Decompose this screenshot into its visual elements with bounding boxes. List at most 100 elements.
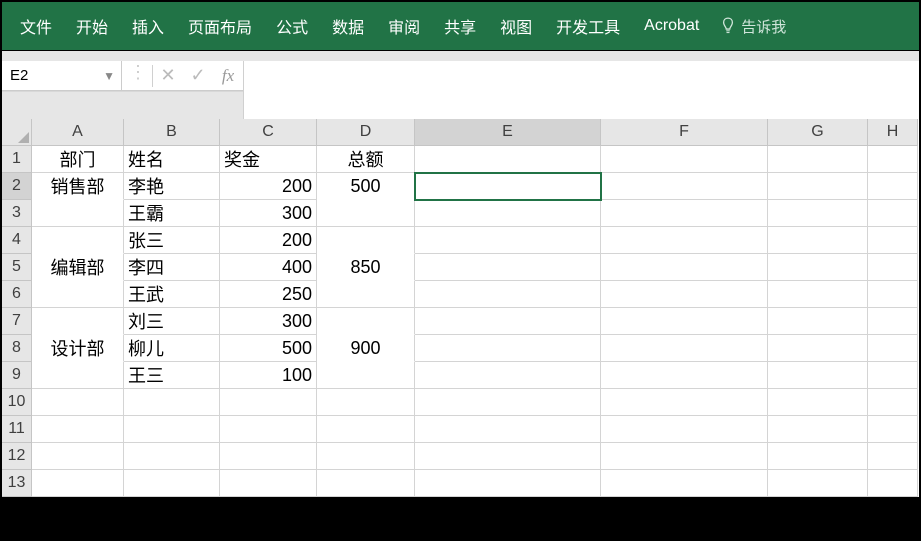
cell-A10[interactable] [32,389,124,416]
cell-G10[interactable] [768,389,868,416]
col-header-D[interactable]: D [317,119,415,146]
cell-C9[interactable]: 100 [220,362,317,389]
tab-review[interactable]: 审阅 [376,2,432,50]
col-header-F[interactable]: F [601,119,768,146]
row-header-10[interactable]: 10 [2,389,32,416]
cell-F10[interactable] [601,389,768,416]
cell-E6[interactable] [415,281,601,308]
cell-F11[interactable] [601,416,768,443]
cell-A8[interactable]: 设计部 [32,335,124,362]
cell-F6[interactable] [601,281,768,308]
cell-E1[interactable] [415,146,601,173]
cell-D2[interactable]: 500 [317,173,415,200]
row-header-12[interactable]: 12 [2,443,32,470]
cell-A6[interactable] [32,281,124,308]
cell-B1[interactable]: 姓名 [124,146,220,173]
cell-E4[interactable] [415,227,601,254]
cell-B10[interactable] [124,389,220,416]
formula-cancel-button[interactable]: ✕ [153,61,183,91]
cell-C11[interactable] [220,416,317,443]
col-header-B[interactable]: B [124,119,220,146]
cell-E11[interactable] [415,416,601,443]
tab-page-layout[interactable]: 页面布局 [176,2,264,50]
cell-H1[interactable] [868,146,918,173]
cell-B8[interactable]: 柳儿 [124,335,220,362]
cell-G11[interactable] [768,416,868,443]
row-header-4[interactable]: 4 [2,227,32,254]
tell-me-search[interactable]: 告诉我 [711,16,796,37]
col-header-A[interactable]: A [32,119,124,146]
cell-A11[interactable] [32,416,124,443]
cell-F13[interactable] [601,470,768,497]
row-header-5[interactable]: 5 [2,254,32,281]
cell-E9[interactable] [415,362,601,389]
cell-B2[interactable]: 李艳 [124,173,220,200]
select-all-corner[interactable] [2,119,32,146]
cell-A2[interactable]: 销售部 [32,173,124,200]
cell-B9[interactable]: 王三 [124,362,220,389]
cell-H6[interactable] [868,281,918,308]
cell-C2[interactable]: 200 [220,173,317,200]
row-header-3[interactable]: 3 [2,200,32,227]
tab-acrobat[interactable]: Acrobat [632,2,711,50]
cell-C7[interactable]: 300 [220,308,317,335]
cell-G5[interactable] [768,254,868,281]
cell-B12[interactable] [124,443,220,470]
cell-B4[interactable]: 张三 [124,227,220,254]
cell-H9[interactable] [868,362,918,389]
row-header-8[interactable]: 8 [2,335,32,362]
cell-D8[interactable]: 900 [317,335,415,362]
cell-D13[interactable] [317,470,415,497]
cell-F1[interactable] [601,146,768,173]
cell-F8[interactable] [601,335,768,362]
tab-formulas[interactable]: 公式 [264,2,320,50]
col-header-C[interactable]: C [220,119,317,146]
cell-F12[interactable] [601,443,768,470]
cell-G9[interactable] [768,362,868,389]
cell-D1[interactable]: 总额 [317,146,415,173]
cell-A7[interactable] [32,308,124,335]
cell-A13[interactable] [32,470,124,497]
cell-D4[interactable] [317,227,415,254]
col-header-G[interactable]: G [768,119,868,146]
cell-E5[interactable] [415,254,601,281]
cell-D6[interactable] [317,281,415,308]
insert-function-button[interactable]: fx [213,61,243,91]
cell-D10[interactable] [317,389,415,416]
tab-file[interactable]: 文件 [8,2,64,50]
cell-C1[interactable]: 奖金 [220,146,317,173]
cell-E2[interactable] [415,173,601,200]
cell-A3[interactable] [32,200,124,227]
formula-input[interactable] [243,61,919,119]
cell-G2[interactable] [768,173,868,200]
row-header-9[interactable]: 9 [2,362,32,389]
cell-C6[interactable]: 250 [220,281,317,308]
cell-A5[interactable]: 编辑部 [32,254,124,281]
cell-E10[interactable] [415,389,601,416]
cell-D3[interactable] [317,200,415,227]
cell-H4[interactable] [868,227,918,254]
cell-E3[interactable] [415,200,601,227]
cell-H13[interactable] [868,470,918,497]
cell-C3[interactable]: 300 [220,200,317,227]
chevron-down-icon[interactable]: ▼ [103,69,115,83]
cell-H5[interactable] [868,254,918,281]
cell-F7[interactable] [601,308,768,335]
cell-F5[interactable] [601,254,768,281]
cell-C10[interactable] [220,389,317,416]
cell-D12[interactable] [317,443,415,470]
cell-G4[interactable] [768,227,868,254]
cell-B6[interactable]: 王武 [124,281,220,308]
cell-G3[interactable] [768,200,868,227]
row-header-1[interactable]: 1 [2,146,32,173]
cell-H7[interactable] [868,308,918,335]
cell-E8[interactable] [415,335,601,362]
cell-G1[interactable] [768,146,868,173]
cell-D7[interactable] [317,308,415,335]
cell-B7[interactable]: 刘三 [124,308,220,335]
tab-view[interactable]: 视图 [488,2,544,50]
cell-F9[interactable] [601,362,768,389]
cell-H12[interactable] [868,443,918,470]
name-box-expand[interactable]: ⋮ [122,61,152,91]
cell-F3[interactable] [601,200,768,227]
